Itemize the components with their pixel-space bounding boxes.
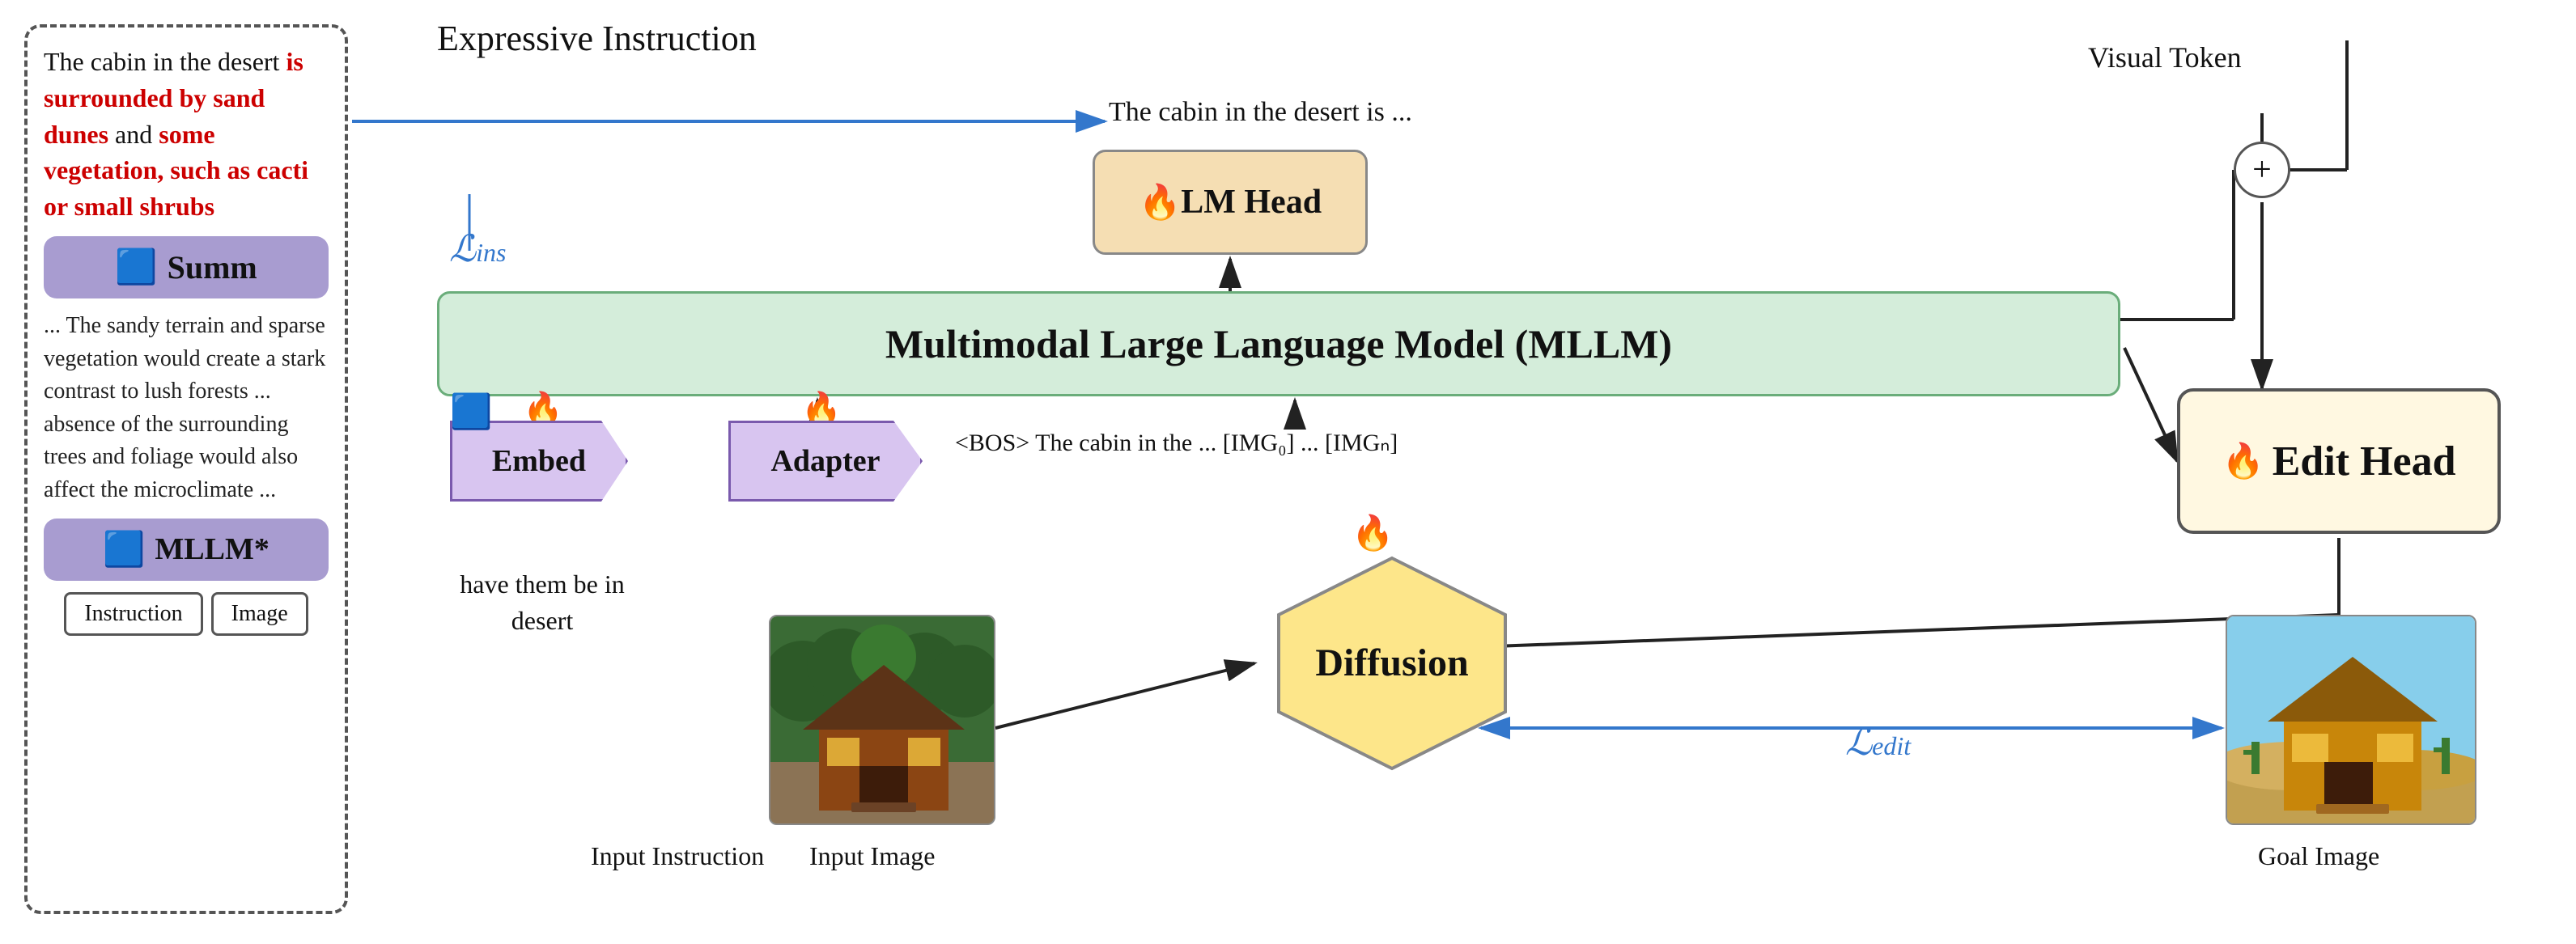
adapter-label: Adapter xyxy=(770,443,880,479)
diffusion-hex-container: 🔥 Diffusion xyxy=(1263,550,1521,781)
diffusion-hexagon-svg: Diffusion xyxy=(1263,550,1521,777)
l-ins-text: ℒ xyxy=(449,228,476,269)
goal-image-svg xyxy=(2227,616,2476,825)
adapter-box: Adapter xyxy=(728,421,923,502)
instruction-text: The cabin in the desert is surrounded by… xyxy=(44,44,329,225)
embed-label: Embed xyxy=(492,443,586,479)
svg-text:Diffusion: Diffusion xyxy=(1315,641,1468,684)
l-ins-label: ℒins xyxy=(449,226,506,270)
cube-icon-summ: 🟦 xyxy=(115,248,157,287)
embed-box: Embed xyxy=(450,421,628,502)
goal-image xyxy=(2226,615,2476,825)
expressive-instruction-label: Expressive Instruction xyxy=(437,18,757,59)
l-edit-sub: edit xyxy=(1872,731,1911,760)
cube-icon-embed-main: 🟦 xyxy=(450,392,492,432)
input-instruction-label: Input Instruction xyxy=(591,841,764,871)
l-edit-text: ℒ xyxy=(1845,722,1872,763)
input-image-label: Input Image xyxy=(809,841,936,871)
bos-text: <BOS> The cabin in the ... [IMG₀] ... [I… xyxy=(955,429,1398,457)
input-image xyxy=(769,615,995,825)
image-input-box: Image xyxy=(211,592,308,636)
edit-head-label: Edit Head xyxy=(2273,438,2456,485)
instruction-input-box: Instruction xyxy=(64,592,202,636)
visual-token-label: Visual Token xyxy=(2088,40,2242,74)
desc-text: ... The sandy terrain and sparse vegetat… xyxy=(44,310,329,507)
summ-label: Summ xyxy=(168,248,257,286)
mllm-star-block: 🟦 MLLM* xyxy=(44,519,329,581)
l-ins-sub: ins xyxy=(476,238,506,267)
flame-icon-edithead: 🔥 xyxy=(2222,442,2264,481)
left-dashed-box: The cabin in the desert is surrounded by… xyxy=(24,24,348,914)
adapter-container: 🔥 Adapter xyxy=(728,421,923,502)
plus-circle: + xyxy=(2234,142,2290,198)
lm-head-label: LM Head xyxy=(1181,183,1322,222)
summ-block: 🟦 Summ xyxy=(44,236,329,298)
mllm-inputs: Instruction Image xyxy=(44,592,329,636)
plus-symbol: + xyxy=(2252,150,2272,189)
flame-icon-diffusion: 🔥 xyxy=(1352,514,1394,553)
goal-image-label: Goal Image xyxy=(2258,841,2379,871)
diagram-container: The cabin in the desert is surrounded by… xyxy=(0,0,2576,944)
flame-icon-lmhead: 🔥 xyxy=(1139,183,1181,222)
cube-icon-mllm: 🟦 xyxy=(103,530,145,569)
mllm-main-box: Multimodal Large Language Model (MLLM) xyxy=(437,291,2120,396)
l-edit-label: ℒedit xyxy=(1845,720,1911,764)
input-image-svg xyxy=(770,616,995,825)
cabin-text-top: The cabin in the desert is ... xyxy=(1109,97,1412,128)
embed-container: 🔥 Embed xyxy=(450,421,628,502)
mllm-star-label: MLLM* xyxy=(155,531,269,567)
edit-head-box: 🔥 Edit Head xyxy=(2177,388,2501,534)
mllm-main-label: Multimodal Large Language Model (MLLM) xyxy=(885,320,1672,367)
have-them-text: have them be in desert xyxy=(453,566,631,639)
lm-head-box: 🔥 LM Head xyxy=(1093,150,1368,255)
